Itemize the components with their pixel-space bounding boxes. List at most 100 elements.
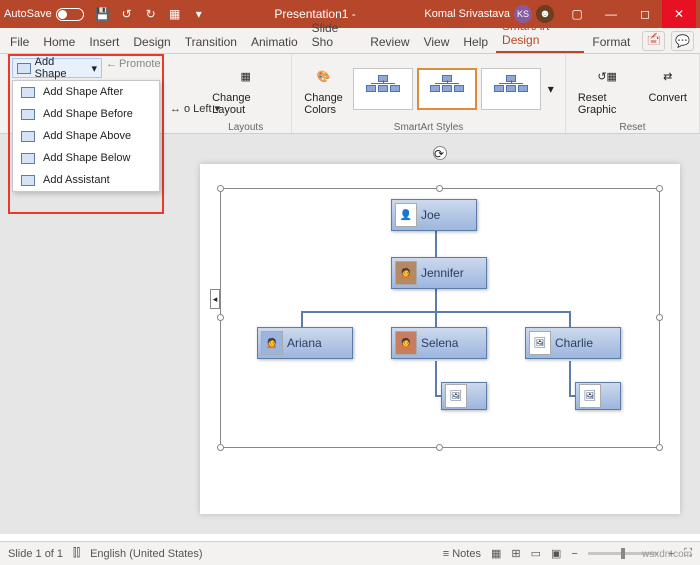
tab-transitions[interactable]: Transition xyxy=(179,31,243,53)
tab-review[interactable]: Review xyxy=(364,31,415,53)
resize-handle[interactable] xyxy=(656,314,663,321)
picture-placeholder-icon[interactable]: 🖼 xyxy=(529,331,551,355)
connector xyxy=(435,231,437,257)
reset-icon: ↺▦ xyxy=(592,62,622,90)
shape-icon xyxy=(21,153,35,164)
convert-button[interactable]: ⇄ Convert xyxy=(644,58,691,120)
node-label: Charlie xyxy=(555,336,593,350)
tab-help[interactable]: Help xyxy=(457,31,494,53)
slide-counter[interactable]: Slide 1 of 1 xyxy=(8,548,63,560)
resize-handle[interactable] xyxy=(656,444,663,451)
reading-view-icon[interactable]: ▭ xyxy=(531,547,541,560)
autosave-label: AutoSave xyxy=(4,8,52,20)
text-pane-toggle[interactable]: ◂ xyxy=(210,289,220,309)
change-layout-label: Change Layout xyxy=(212,92,279,116)
org-node-blank[interactable]: 🖼 xyxy=(575,382,621,410)
org-node-ariana[interactable]: 🙍 Ariana xyxy=(257,327,353,359)
shape-icon xyxy=(21,131,35,142)
close-icon[interactable]: ✕ xyxy=(662,0,696,28)
change-colors-button[interactable]: 🎨 Change Colors xyxy=(300,58,347,120)
picture-icon[interactable]: 🙍 xyxy=(395,331,417,355)
tab-insert[interactable]: Insert xyxy=(83,31,125,53)
tab-design[interactable]: Design xyxy=(127,31,176,53)
shape-icon xyxy=(21,87,35,98)
gallery-more-icon[interactable]: ▾ xyxy=(545,82,557,96)
tab-slideshow[interactable]: Slide Sho xyxy=(306,17,363,53)
org-node-blank[interactable]: 🖼 xyxy=(441,382,487,410)
sorter-view-icon[interactable]: ⊞ xyxy=(511,547,520,560)
normal-view-icon[interactable]: ▦ xyxy=(491,547,501,560)
group-reset: ↺▦ Reset Graphic ⇄ Convert Reset xyxy=(566,54,700,133)
tab-home[interactable]: Home xyxy=(37,31,81,53)
org-node-joe[interactable]: 👤 Joe xyxy=(391,199,477,231)
save-icon[interactable]: 💾 xyxy=(96,7,110,21)
group-layouts: ▦ Change Layout Layouts xyxy=(200,54,292,133)
org-node-jennifer[interactable]: 🙍 Jennifer xyxy=(391,257,487,289)
style-option-1[interactable] xyxy=(353,68,413,110)
shape-icon xyxy=(21,109,35,120)
more-icon[interactable]: ▾ xyxy=(192,7,206,21)
right-to-left-button[interactable]: ↔ o Left ▾ xyxy=(170,102,220,115)
reset-graphic-button[interactable]: ↺▦ Reset Graphic xyxy=(574,58,641,120)
picture-placeholder-icon[interactable]: 🖼 xyxy=(445,384,467,408)
accessibility-icon[interactable]: ⫿⫿ xyxy=(73,547,80,560)
style-option-3[interactable] xyxy=(481,68,541,110)
tab-view[interactable]: View xyxy=(418,31,456,53)
connector xyxy=(435,289,437,311)
minimize-icon[interactable]: — xyxy=(594,0,628,28)
style-option-2[interactable] xyxy=(417,68,477,110)
resize-handle[interactable] xyxy=(217,444,224,451)
chevron-down-icon[interactable]: ▾ xyxy=(91,62,97,75)
menu-add-assistant[interactable]: Add Assistant xyxy=(13,169,159,191)
org-node-charlie[interactable]: 🖼 Charlie xyxy=(525,327,621,359)
picture-icon[interactable]: 🙍 xyxy=(395,261,417,285)
tab-format[interactable]: Format xyxy=(586,31,636,53)
toggle-icon[interactable] xyxy=(56,8,84,21)
tab-file[interactable]: File xyxy=(4,31,35,53)
menu-add-above[interactable]: Add Shape Above xyxy=(13,125,159,147)
resize-handle[interactable] xyxy=(436,444,443,451)
menu-add-before[interactable]: Add Shape Before xyxy=(13,103,159,125)
picture-placeholder-icon[interactable]: 🖼 xyxy=(579,384,601,408)
picture-placeholder-icon[interactable]: 👤 xyxy=(395,203,417,227)
promote-button[interactable]: ← Promote xyxy=(106,58,161,70)
tab-smartart-design[interactable]: SmartArt Design xyxy=(496,15,584,53)
tab-animations[interactable]: Animatio xyxy=(245,31,304,53)
language-status[interactable]: English (United States) xyxy=(90,548,203,560)
redo-icon[interactable]: ↻ xyxy=(144,7,158,21)
connector xyxy=(569,361,571,395)
picture-icon[interactable]: 🙍 xyxy=(261,331,283,355)
status-bar: Slide 1 of 1 ⫿⫿ English (United States) … xyxy=(0,541,700,565)
styles-gallery[interactable]: ▾ xyxy=(353,68,557,110)
connector xyxy=(435,361,437,395)
resize-handle[interactable] xyxy=(217,314,224,321)
add-shape-split-button[interactable]: Add Shape ▾ xyxy=(12,58,102,78)
menu-add-below[interactable]: Add Shape Below xyxy=(13,147,159,169)
rotate-handle[interactable]: ⟳ xyxy=(433,146,447,160)
undo-icon[interactable]: ↺ xyxy=(120,7,134,21)
autosave-toggle[interactable]: AutoSave xyxy=(4,8,84,21)
maximize-icon[interactable]: ◻ xyxy=(628,0,662,28)
notes-button[interactable]: ≡ Notes xyxy=(443,548,481,560)
connector xyxy=(569,311,571,327)
resize-handle[interactable] xyxy=(656,185,663,192)
slide-canvas[interactable]: ⟳ ◂ 👤 Joe xyxy=(200,164,680,514)
resize-handle[interactable] xyxy=(436,185,443,192)
connector xyxy=(435,311,437,327)
slideshow-view-icon[interactable]: ▣ xyxy=(551,547,561,560)
comments-button[interactable]: 💬 xyxy=(671,31,694,51)
smartart-frame[interactable]: ◂ 👤 Joe 🙍 Jennifer 🙍 xyxy=(220,188,660,448)
start-slideshow-icon[interactable]: ▦ xyxy=(168,7,182,21)
group-styles: 🎨 Change Colors ▾ SmartArt Styles xyxy=(292,54,566,133)
connector xyxy=(301,311,303,327)
resize-handle[interactable] xyxy=(217,185,224,192)
add-shape-label: Add Shape xyxy=(35,56,88,80)
layout-icon: ▦ xyxy=(231,62,261,90)
palette-icon: 🎨 xyxy=(309,62,339,90)
org-node-selena[interactable]: 🙍 Selena xyxy=(391,327,487,359)
zoom-out-icon[interactable]: − xyxy=(571,548,577,560)
share-button[interactable]: 🖆 xyxy=(642,31,665,51)
change-colors-label: Change Colors xyxy=(304,92,343,116)
add-shape-menu: Add Shape After Add Shape Before Add Sha… xyxy=(12,80,160,192)
menu-add-after[interactable]: Add Shape After xyxy=(13,81,159,103)
